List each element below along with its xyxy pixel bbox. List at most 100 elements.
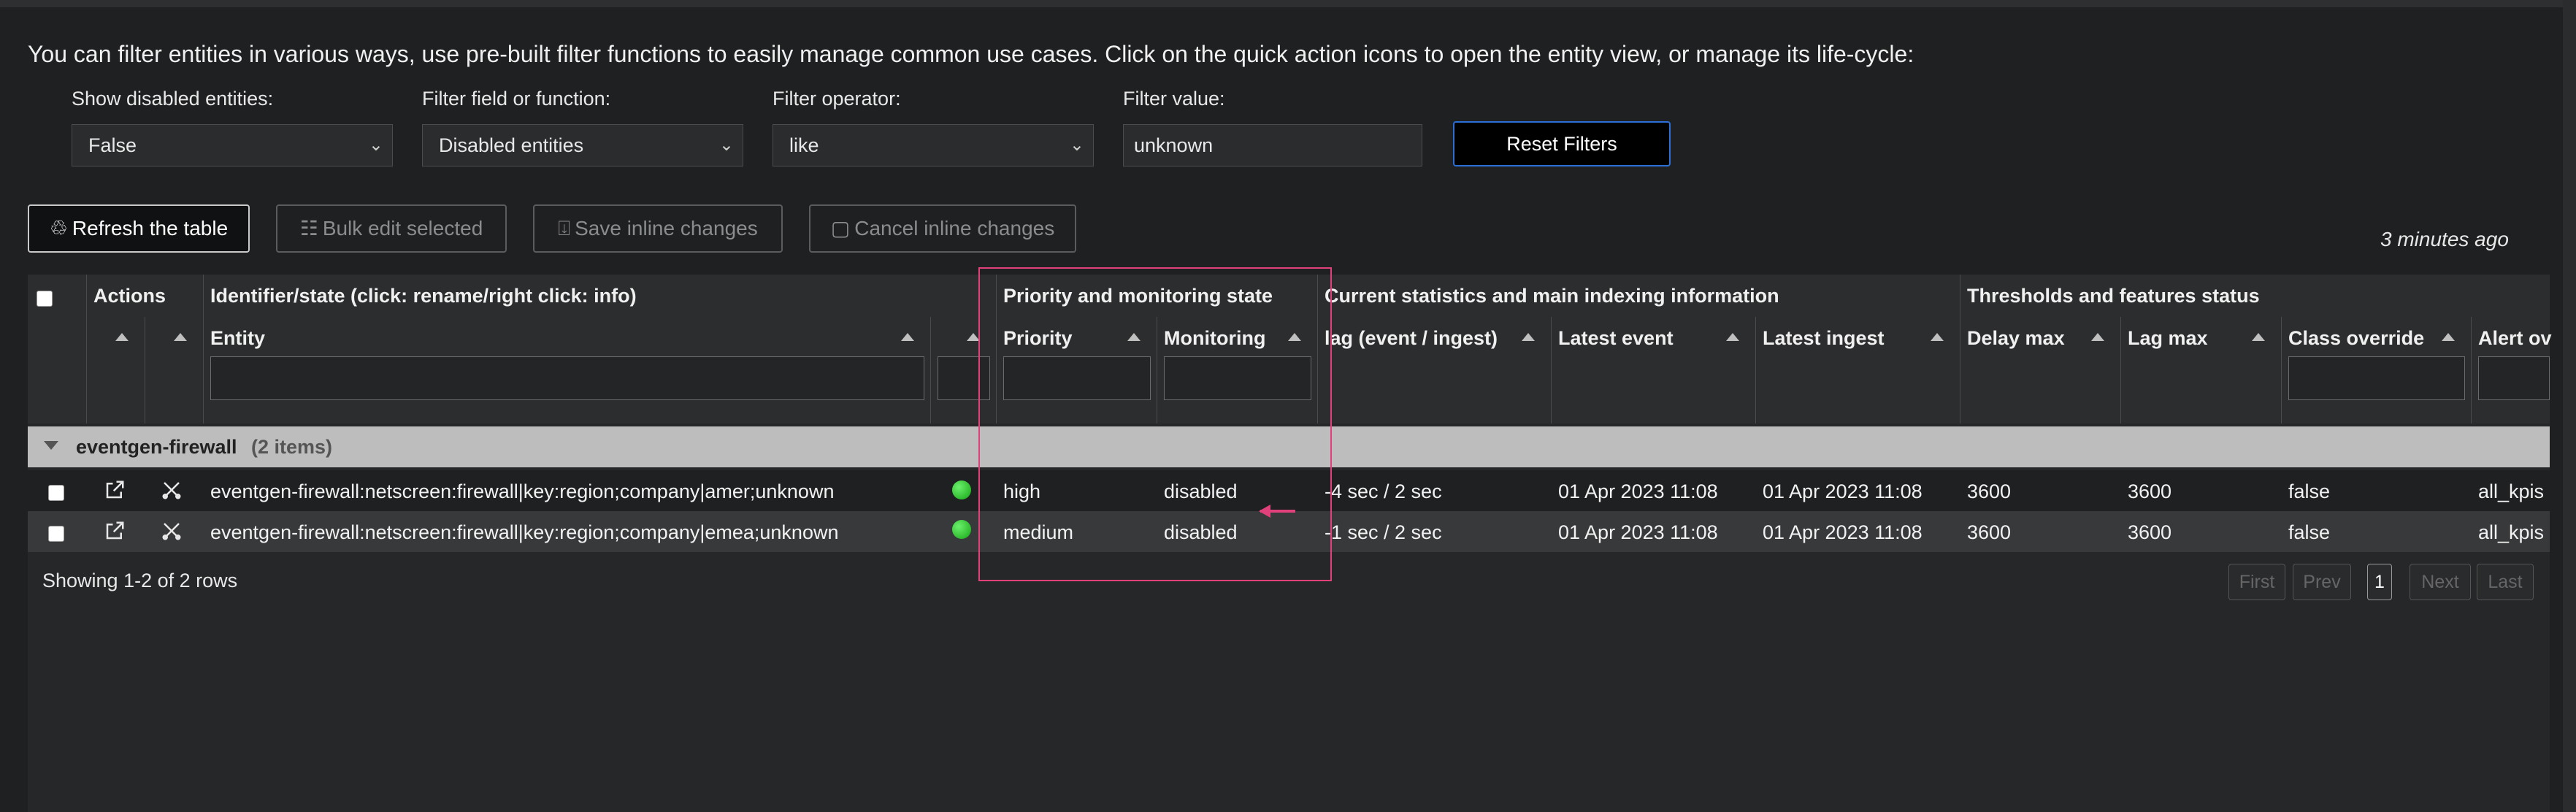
col-divider	[996, 275, 997, 424]
rows-summary: Showing 1-2 of 2 rows	[42, 570, 238, 591]
latest-event-cell: 01 Apr 2023 11:08	[1558, 480, 1718, 502]
pagination-next-button[interactable]: Next	[2410, 564, 2471, 600]
row-checkbox[interactable]	[48, 485, 64, 501]
collapse-triangle-icon[interactable]	[44, 441, 58, 450]
monitoring-filter-input[interactable]	[1164, 356, 1311, 400]
save-icon: ⍗	[558, 217, 571, 240]
thresholds-header: Thresholds and features status	[1967, 285, 2260, 307]
pagination-prev-button[interactable]: Prev	[2293, 564, 2351, 600]
monitoring-cell[interactable]: disabled	[1164, 480, 1238, 503]
lag-max-column-header[interactable]: Lag max	[2128, 327, 2208, 350]
actions-header: Actions	[93, 285, 166, 307]
cancel-inline-label: Cancel inline changes	[854, 217, 1055, 240]
save-inline-button[interactable]: ⍗ Save inline changes	[533, 204, 783, 253]
chevron-down-icon: ⌄	[368, 135, 383, 155]
entity-cell[interactable]: eventgen-firewall:netscreen:firewall|key…	[210, 480, 834, 503]
col-divider	[86, 275, 87, 424]
tools-icon[interactable]	[161, 520, 183, 542]
reset-filters-button[interactable]: Reset Filters	[1453, 121, 1671, 166]
delay-max-column-header[interactable]: Delay max	[1967, 327, 2065, 350]
latest-event-column-header[interactable]: Latest event	[1558, 327, 1674, 350]
lag-max-cell[interactable]: 3600	[2128, 480, 2171, 503]
priority-monitoring-header: Priority and monitoring state	[1003, 285, 1273, 307]
tools-icon[interactable]	[161, 479, 183, 501]
sort-asc-icon[interactable]	[2252, 333, 2265, 341]
col-divider	[1551, 317, 1552, 424]
sort-asc-icon[interactable]	[901, 333, 914, 341]
sort-asc-icon[interactable]	[1127, 333, 1141, 341]
priority-filter-input[interactable]	[1003, 356, 1151, 400]
cancel-inline-button[interactable]: ▢ Cancel inline changes	[809, 204, 1076, 253]
sort-asc-icon[interactable]	[2442, 333, 2455, 341]
priority-cell[interactable]: high	[1003, 480, 1040, 503]
last-refresh-time: 3 minutes ago	[2380, 228, 2509, 250]
sort-asc-icon[interactable]	[1288, 333, 1301, 341]
delay-max-cell[interactable]: 3600	[1967, 521, 2011, 544]
sort-asc-icon[interactable]	[174, 333, 187, 341]
pagination-first-button[interactable]: First	[2228, 564, 2285, 600]
latest-ingest-cell: 01 Apr 2023 11:08	[1763, 480, 1923, 502]
lag-max-cell[interactable]: 3600	[2128, 521, 2171, 544]
latest-event-cell: 01 Apr 2023 11:08	[1558, 521, 1718, 543]
bulk-edit-label: Bulk edit selected	[322, 217, 483, 240]
external-link-icon[interactable]	[104, 520, 126, 542]
scroll-strip[interactable]	[2563, 0, 2576, 812]
alert-cell[interactable]: all_kpis	[2478, 480, 2544, 503]
filter-field-select[interactable]: Disabled entities ⌄	[422, 124, 743, 166]
alert-filter-input[interactable]	[2478, 356, 2550, 400]
class-override-filter-input[interactable]	[2288, 356, 2465, 400]
priority-cell[interactable]: medium	[1003, 521, 1073, 544]
col-divider	[2281, 317, 2282, 424]
col-divider	[1317, 275, 1318, 424]
entity-cell[interactable]: eventgen-firewall:netscreen:firewall|key…	[210, 521, 838, 544]
monitoring-column-header[interactable]: Monitoring	[1164, 327, 1265, 350]
external-link-icon[interactable]	[104, 479, 126, 501]
sort-asc-icon[interactable]	[2091, 333, 2104, 341]
refresh-table-button[interactable]: ♲ Refresh the table	[28, 204, 250, 253]
chevron-down-icon: ⌄	[1069, 135, 1084, 155]
class-override-column-header[interactable]: Class override	[2288, 327, 2424, 350]
chevron-down-icon: ⌄	[718, 135, 734, 155]
row-checkbox[interactable]	[48, 526, 64, 542]
entity-column-header[interactable]: Entity	[210, 327, 265, 350]
group-name: eventgen-firewall	[76, 436, 237, 458]
top-bar	[0, 0, 2576, 7]
priority-column-header[interactable]: Priority	[1003, 327, 1073, 350]
sort-asc-icon[interactable]	[115, 333, 129, 341]
sort-asc-icon[interactable]	[1726, 333, 1739, 341]
group-row[interactable]: eventgen-firewall (2 items)	[28, 426, 2550, 467]
status-dot	[952, 520, 971, 539]
col-divider	[930, 317, 931, 424]
select-all-checkbox[interactable]	[37, 291, 53, 307]
bulk-edit-button[interactable]: ☷ Bulk edit selected	[276, 204, 507, 253]
pagination-last-button[interactable]: Last	[2477, 564, 2534, 600]
filter-disabled-select[interactable]: False ⌄	[72, 124, 393, 166]
class-override-cell[interactable]: false	[2288, 521, 2330, 544]
alert-column-header[interactable]: Alert ov	[2478, 327, 2552, 350]
alert-cell[interactable]: all_kpis	[2478, 521, 2544, 544]
save-inline-label: Save inline changes	[575, 217, 758, 240]
sort-asc-icon[interactable]	[1522, 333, 1535, 341]
latest-ingest-column-header[interactable]: Latest ingest	[1763, 327, 1885, 350]
intro-text: You can filter entities in various ways,…	[28, 41, 1914, 67]
filter-operator-select[interactable]: like ⌄	[773, 124, 1094, 166]
class-override-cell[interactable]: false	[2288, 480, 2330, 503]
monitoring-cell[interactable]: disabled	[1164, 521, 1238, 544]
statistics-header: Current statistics and main indexing inf…	[1325, 285, 1779, 307]
pagination-current-page[interactable]: 1	[2367, 564, 2392, 600]
entity-filter-input[interactable]	[210, 356, 924, 400]
col-divider	[1755, 317, 1756, 424]
state-filter-input[interactable]	[938, 356, 990, 400]
delay-max-cell[interactable]: 3600	[1967, 480, 2011, 503]
identifier-header: Identifier/state (click: rename/right cl…	[210, 285, 637, 307]
filter-value-input[interactable]: unknown	[1123, 124, 1422, 166]
lag-column-header[interactable]: lag (event / ingest)	[1325, 327, 1498, 350]
sort-asc-icon[interactable]	[967, 333, 980, 341]
sliders-icon: ☷	[299, 217, 318, 240]
filter-disabled-label: Show disabled entities:	[72, 88, 274, 110]
sort-asc-icon[interactable]	[1931, 333, 1944, 341]
lag-cell: -1 sec / 2 sec	[1325, 521, 1442, 543]
col-divider	[2120, 317, 2121, 424]
lag-cell: -4 sec / 2 sec	[1325, 480, 1442, 502]
cancel-icon: ▢	[830, 217, 851, 240]
